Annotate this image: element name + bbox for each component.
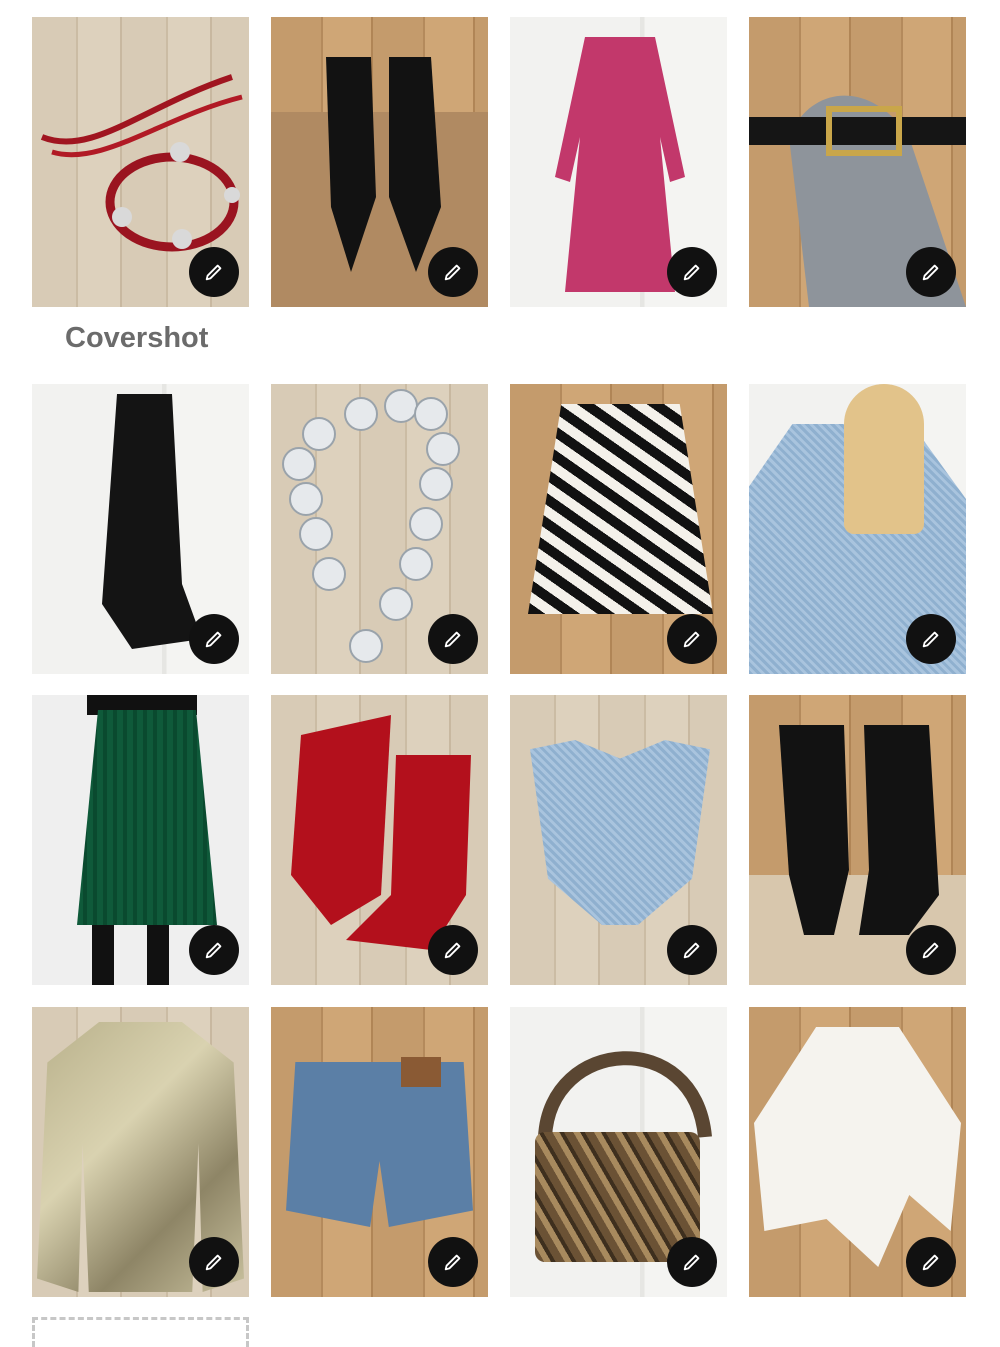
photo-tile[interactable] <box>749 1007 966 1297</box>
pencil-icon <box>922 1254 939 1271</box>
pencil-icon <box>444 631 461 648</box>
pencil-icon <box>922 264 939 281</box>
edit-photo-button[interactable] <box>189 1237 239 1287</box>
pencil-icon <box>205 631 222 648</box>
photo-tile[interactable] <box>32 1007 249 1297</box>
pencil-icon <box>444 264 461 281</box>
edit-photo-button[interactable] <box>906 614 956 664</box>
edit-photo-button[interactable] <box>428 1237 478 1287</box>
photo-tile[interactable] <box>32 384 249 674</box>
photo-tile[interactable] <box>271 384 488 674</box>
photo-tile[interactable] <box>749 384 966 674</box>
pencil-icon <box>683 942 700 959</box>
add-photo-slot[interactable] <box>32 1317 249 1347</box>
edit-photo-button[interactable] <box>667 247 717 297</box>
photo-tile[interactable] <box>271 1007 488 1297</box>
edit-photo-button[interactable] <box>428 247 478 297</box>
edit-photo-button[interactable] <box>906 925 956 975</box>
photo-tile[interactable] <box>510 17 727 307</box>
photo-tile-covershot[interactable] <box>32 17 249 307</box>
photo-tile[interactable] <box>271 17 488 307</box>
pencil-icon <box>205 264 222 281</box>
photo-row-3 <box>32 695 968 985</box>
pencil-icon <box>444 942 461 959</box>
edit-photo-button[interactable] <box>667 1237 717 1287</box>
edit-photo-button[interactable] <box>189 925 239 975</box>
pencil-icon <box>922 631 939 648</box>
pencil-icon <box>205 1254 222 1271</box>
edit-photo-button[interactable] <box>428 614 478 664</box>
pencil-icon <box>683 264 700 281</box>
pencil-icon <box>922 942 939 959</box>
pencil-icon <box>683 1254 700 1271</box>
photo-row-2 <box>32 384 968 674</box>
photo-tile[interactable] <box>510 1007 727 1297</box>
covershot-label: Covershot <box>65 322 209 354</box>
edit-photo-button[interactable] <box>428 925 478 975</box>
pencil-icon <box>683 631 700 648</box>
photo-tile[interactable] <box>32 695 249 985</box>
pencil-icon <box>205 942 222 959</box>
photo-tile[interactable] <box>749 695 966 985</box>
photo-tile[interactable] <box>510 384 727 674</box>
photo-row-4 <box>32 1007 968 1297</box>
edit-photo-button[interactable] <box>667 614 717 664</box>
edit-photo-button[interactable] <box>906 1237 956 1287</box>
photo-tile[interactable] <box>749 17 966 307</box>
edit-photo-button[interactable] <box>667 925 717 975</box>
pencil-icon <box>444 1254 461 1271</box>
photo-tile[interactable] <box>510 695 727 985</box>
edit-photo-button[interactable] <box>906 247 956 297</box>
photo-tile[interactable] <box>271 695 488 985</box>
edit-photo-button[interactable] <box>189 614 239 664</box>
photo-row-1 <box>32 17 968 307</box>
edit-photo-button[interactable] <box>189 247 239 297</box>
